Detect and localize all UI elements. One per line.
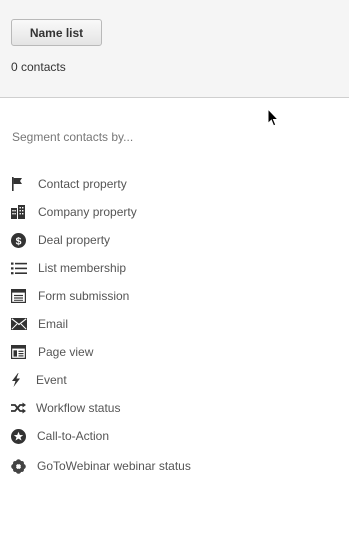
list-icon (11, 260, 38, 276)
gotowebinar-flower-icon (11, 458, 37, 474)
name-list-button[interactable]: Name list (11, 19, 102, 46)
segment-item-label: List membership (38, 261, 127, 275)
segment-item-event[interactable]: Event (11, 370, 67, 390)
star-circle-icon (11, 428, 37, 444)
segment-item-label: Company property (38, 205, 137, 219)
segment-item-gotowebinar-status[interactable]: GoToWebinar webinar status (11, 456, 191, 476)
list-header-panel: Name list 0 contacts (0, 0, 349, 98)
contact-count: 0 contacts (11, 60, 66, 74)
segment-item-form-submission[interactable]: Form submission (11, 286, 129, 306)
segment-item-email[interactable]: Email (11, 314, 68, 334)
segment-item-workflow-status[interactable]: Workflow status (11, 398, 120, 418)
dollar-coin-icon: $ (11, 232, 38, 248)
envelope-icon (11, 316, 38, 332)
segment-item-call-to-action[interactable]: Call-to-Action (11, 426, 109, 446)
shuffle-icon (11, 400, 36, 416)
segment-item-label: Deal property (38, 233, 111, 247)
segment-item-page-view[interactable]: Page view (11, 342, 93, 362)
page-layout-icon (11, 344, 38, 360)
lightning-icon (11, 372, 36, 388)
svg-text:$: $ (16, 235, 22, 247)
segment-item-deal-property[interactable]: $ Deal property (11, 230, 110, 250)
form-icon (11, 288, 38, 304)
segment-heading: Segment contacts by... (12, 130, 134, 144)
segment-item-label: Call-to-Action (37, 429, 110, 443)
segment-item-list-membership[interactable]: List membership (11, 258, 126, 278)
segment-item-label: Form submission (38, 289, 130, 303)
segment-item-label: Page view (38, 345, 94, 359)
segment-item-contact-property[interactable]: Contact property (11, 174, 127, 194)
segment-item-label: Event (36, 373, 67, 387)
segment-item-label: Email (38, 317, 69, 331)
building-icon (11, 204, 38, 220)
mouse-cursor-icon (267, 107, 280, 127)
segment-item-label: Workflow status (36, 401, 121, 415)
segment-item-label: GoToWebinar webinar status (37, 459, 191, 473)
segment-item-company-property[interactable]: Company property (11, 202, 137, 222)
flag-icon (11, 176, 38, 192)
segment-item-label: Contact property (38, 177, 127, 191)
